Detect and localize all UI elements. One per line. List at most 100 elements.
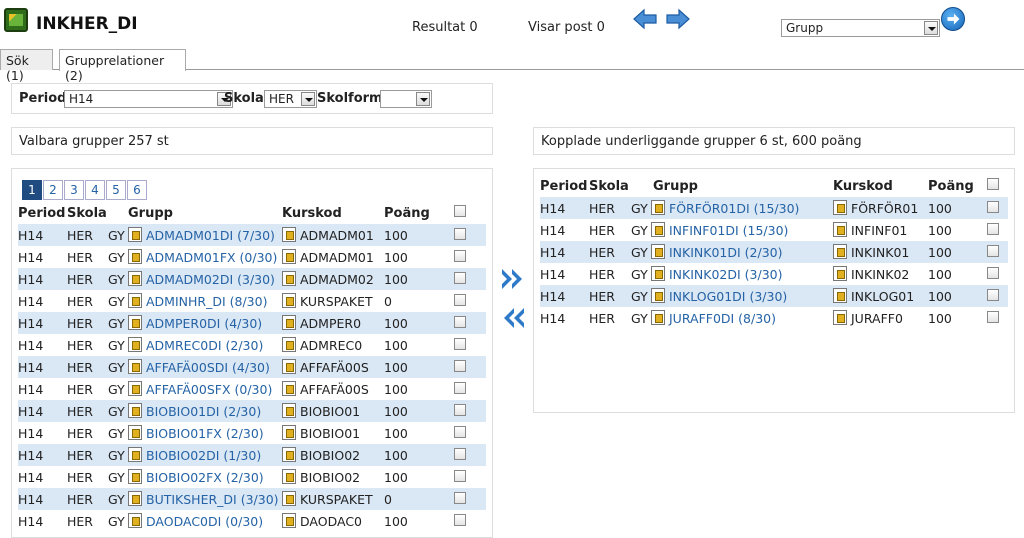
col-period[interactable]: Period — [540, 175, 589, 197]
available-groups-heading: Valbara grupper 257 st — [19, 134, 169, 149]
row-checkbox[interactable] — [454, 337, 466, 350]
chevron-down-icon[interactable] — [924, 21, 938, 35]
period-select[interactable]: H14 — [64, 90, 233, 108]
group-link[interactable]: ADMINHR_DI (8/30) — [146, 294, 267, 309]
cell-skolform: GY — [108, 250, 125, 265]
search-type-select[interactable]: Grupp — [781, 19, 940, 37]
group-link[interactable]: ADMADM01DI (7/30) — [146, 228, 275, 243]
col-poang[interactable]: Poäng — [928, 175, 978, 197]
cell-kurskod: DAODAC0 — [300, 514, 362, 529]
cell-period: H14 — [540, 266, 566, 282]
group-link[interactable]: AFFAFÄ00SFX (0/30) — [146, 382, 272, 397]
page-6[interactable]: 6 — [127, 180, 147, 200]
row-checkbox[interactable] — [987, 288, 999, 301]
group-link[interactable]: ADMADM02DI (3/30) — [146, 272, 275, 287]
col-grupp[interactable]: Grupp — [108, 202, 282, 224]
cell-skolform: GY — [108, 272, 125, 287]
course-icon — [833, 244, 847, 259]
cell-poang: 100 — [384, 268, 434, 290]
tab-sok[interactable]: Sök (1) — [0, 49, 53, 83]
row-checkbox[interactable] — [454, 447, 466, 460]
skola-select[interactable]: HER — [264, 90, 317, 108]
skolform-select[interactable] — [380, 90, 432, 108]
group-link[interactable]: BIOBIO02DI (1/30) — [146, 448, 261, 463]
group-link[interactable]: ADMREC0DI (2/30) — [146, 338, 263, 353]
course-icon — [833, 222, 847, 237]
row-checkbox[interactable] — [454, 359, 466, 372]
page-3[interactable]: 3 — [64, 180, 84, 200]
group-icon — [128, 249, 142, 264]
chevron-down-icon[interactable] — [301, 92, 315, 106]
row-checkbox[interactable] — [987, 244, 999, 257]
group-link[interactable]: ADMADM01FX (0/30) — [146, 250, 277, 265]
chevron-down-icon[interactable] — [416, 92, 430, 106]
group-link[interactable]: JURAFF0DI (8/30) — [669, 311, 776, 326]
arrow-left-icon[interactable] — [633, 8, 657, 30]
col-period[interactable]: Period — [18, 202, 67, 224]
cell-kurskod: ADMADM01 — [300, 250, 374, 265]
group-icon — [651, 266, 665, 281]
double-chevron-left-icon[interactable] — [500, 305, 526, 331]
row-checkbox[interactable] — [454, 227, 466, 240]
row-checkbox[interactable] — [454, 271, 466, 284]
row-checkbox[interactable] — [987, 266, 999, 279]
row-checkbox[interactable] — [987, 200, 999, 213]
group-link[interactable]: BIOBIO01DI (2/30) — [146, 404, 261, 419]
double-chevron-right-icon[interactable] — [500, 266, 526, 292]
row-checkbox[interactable] — [987, 222, 999, 235]
row-checkbox[interactable] — [454, 249, 466, 262]
top-bar: INKHER_DI Resultat 0 Visar post 0 Grupp — [0, 0, 1024, 48]
cell-skola: HER — [67, 268, 108, 290]
cell-period: H14 — [18, 337, 44, 353]
row-checkbox[interactable] — [454, 403, 466, 416]
group-link[interactable]: DAODAC0DI (0/30) — [146, 514, 263, 529]
group-link[interactable]: ADMPER0DI (4/30) — [146, 316, 262, 331]
table-row: H14 HER GY JURAFF0DI (8/30) JURAFF0 100 — [540, 307, 1008, 329]
row-checkbox[interactable] — [454, 293, 466, 306]
col-skola[interactable]: Skola — [67, 202, 108, 224]
group-link[interactable]: FÖRFÖR01DI (15/30) — [669, 201, 799, 216]
group-link[interactable]: BIOBIO01FX (2/30) — [146, 426, 264, 441]
row-checkbox[interactable] — [454, 315, 466, 328]
go-icon[interactable] — [941, 7, 965, 31]
page-4[interactable]: 4 — [85, 180, 105, 200]
cell-skolform: GY — [631, 267, 648, 282]
page-1[interactable]: 1 — [22, 180, 42, 200]
cell-skola: HER — [67, 381, 93, 397]
tab-grupprelationer[interactable]: Grupprelationer (2) — [59, 49, 186, 83]
page-2[interactable]: 2 — [43, 180, 63, 200]
group-link[interactable]: BUTIKSHER_DI (3/30) — [146, 492, 279, 507]
cell-skolform: GY — [108, 470, 125, 485]
group-link[interactable]: BIOBIO02FX (2/30) — [146, 470, 264, 485]
table-row: H14 HER GY INKINK02DI (3/30) INKINK02 100 — [540, 263, 1008, 285]
row-checkbox[interactable] — [454, 425, 466, 438]
col-poang[interactable]: Poäng — [384, 202, 434, 224]
row-checkbox[interactable] — [454, 513, 466, 526]
group-link[interactable]: INKINK02DI (3/30) — [669, 267, 782, 282]
cell-skola: HER — [67, 513, 93, 529]
group-link[interactable]: INKLOG01DI (3/30) — [669, 289, 787, 304]
cell-period: H14 — [18, 293, 44, 309]
col-skola[interactable]: Skola — [589, 175, 631, 197]
table-row: H14 HER GY ADMADM01DI (7/30) ADMADM01 100 — [18, 224, 486, 246]
select-all-checkbox[interactable] — [987, 178, 999, 190]
col-kurskod[interactable]: Kurskod — [282, 202, 384, 224]
col-kurskod[interactable]: Kurskod — [833, 175, 928, 197]
cell-skolform: GY — [108, 514, 125, 529]
cell-poang: 100 — [384, 356, 434, 378]
group-link[interactable]: INKINK01DI (2/30) — [669, 245, 782, 260]
page-5[interactable]: 5 — [106, 180, 126, 200]
group-link[interactable]: INFINF01DI (15/30) — [669, 223, 788, 238]
period-label: Period — [19, 91, 67, 106]
app-title: INKHER_DI — [36, 14, 138, 34]
row-checkbox[interactable] — [454, 491, 466, 504]
row-checkbox[interactable] — [454, 381, 466, 394]
row-checkbox[interactable] — [987, 310, 999, 323]
row-checkbox[interactable] — [454, 469, 466, 482]
record-indicator: Visar post 0 — [528, 20, 605, 35]
select-all-checkbox[interactable] — [454, 205, 466, 217]
cell-kurskod: JURAFF0 — [851, 311, 903, 326]
arrow-right-icon[interactable] — [666, 8, 690, 30]
group-link[interactable]: AFFAFÄ00SDI (4/30) — [146, 360, 270, 375]
col-grupp[interactable]: Grupp — [631, 175, 833, 197]
